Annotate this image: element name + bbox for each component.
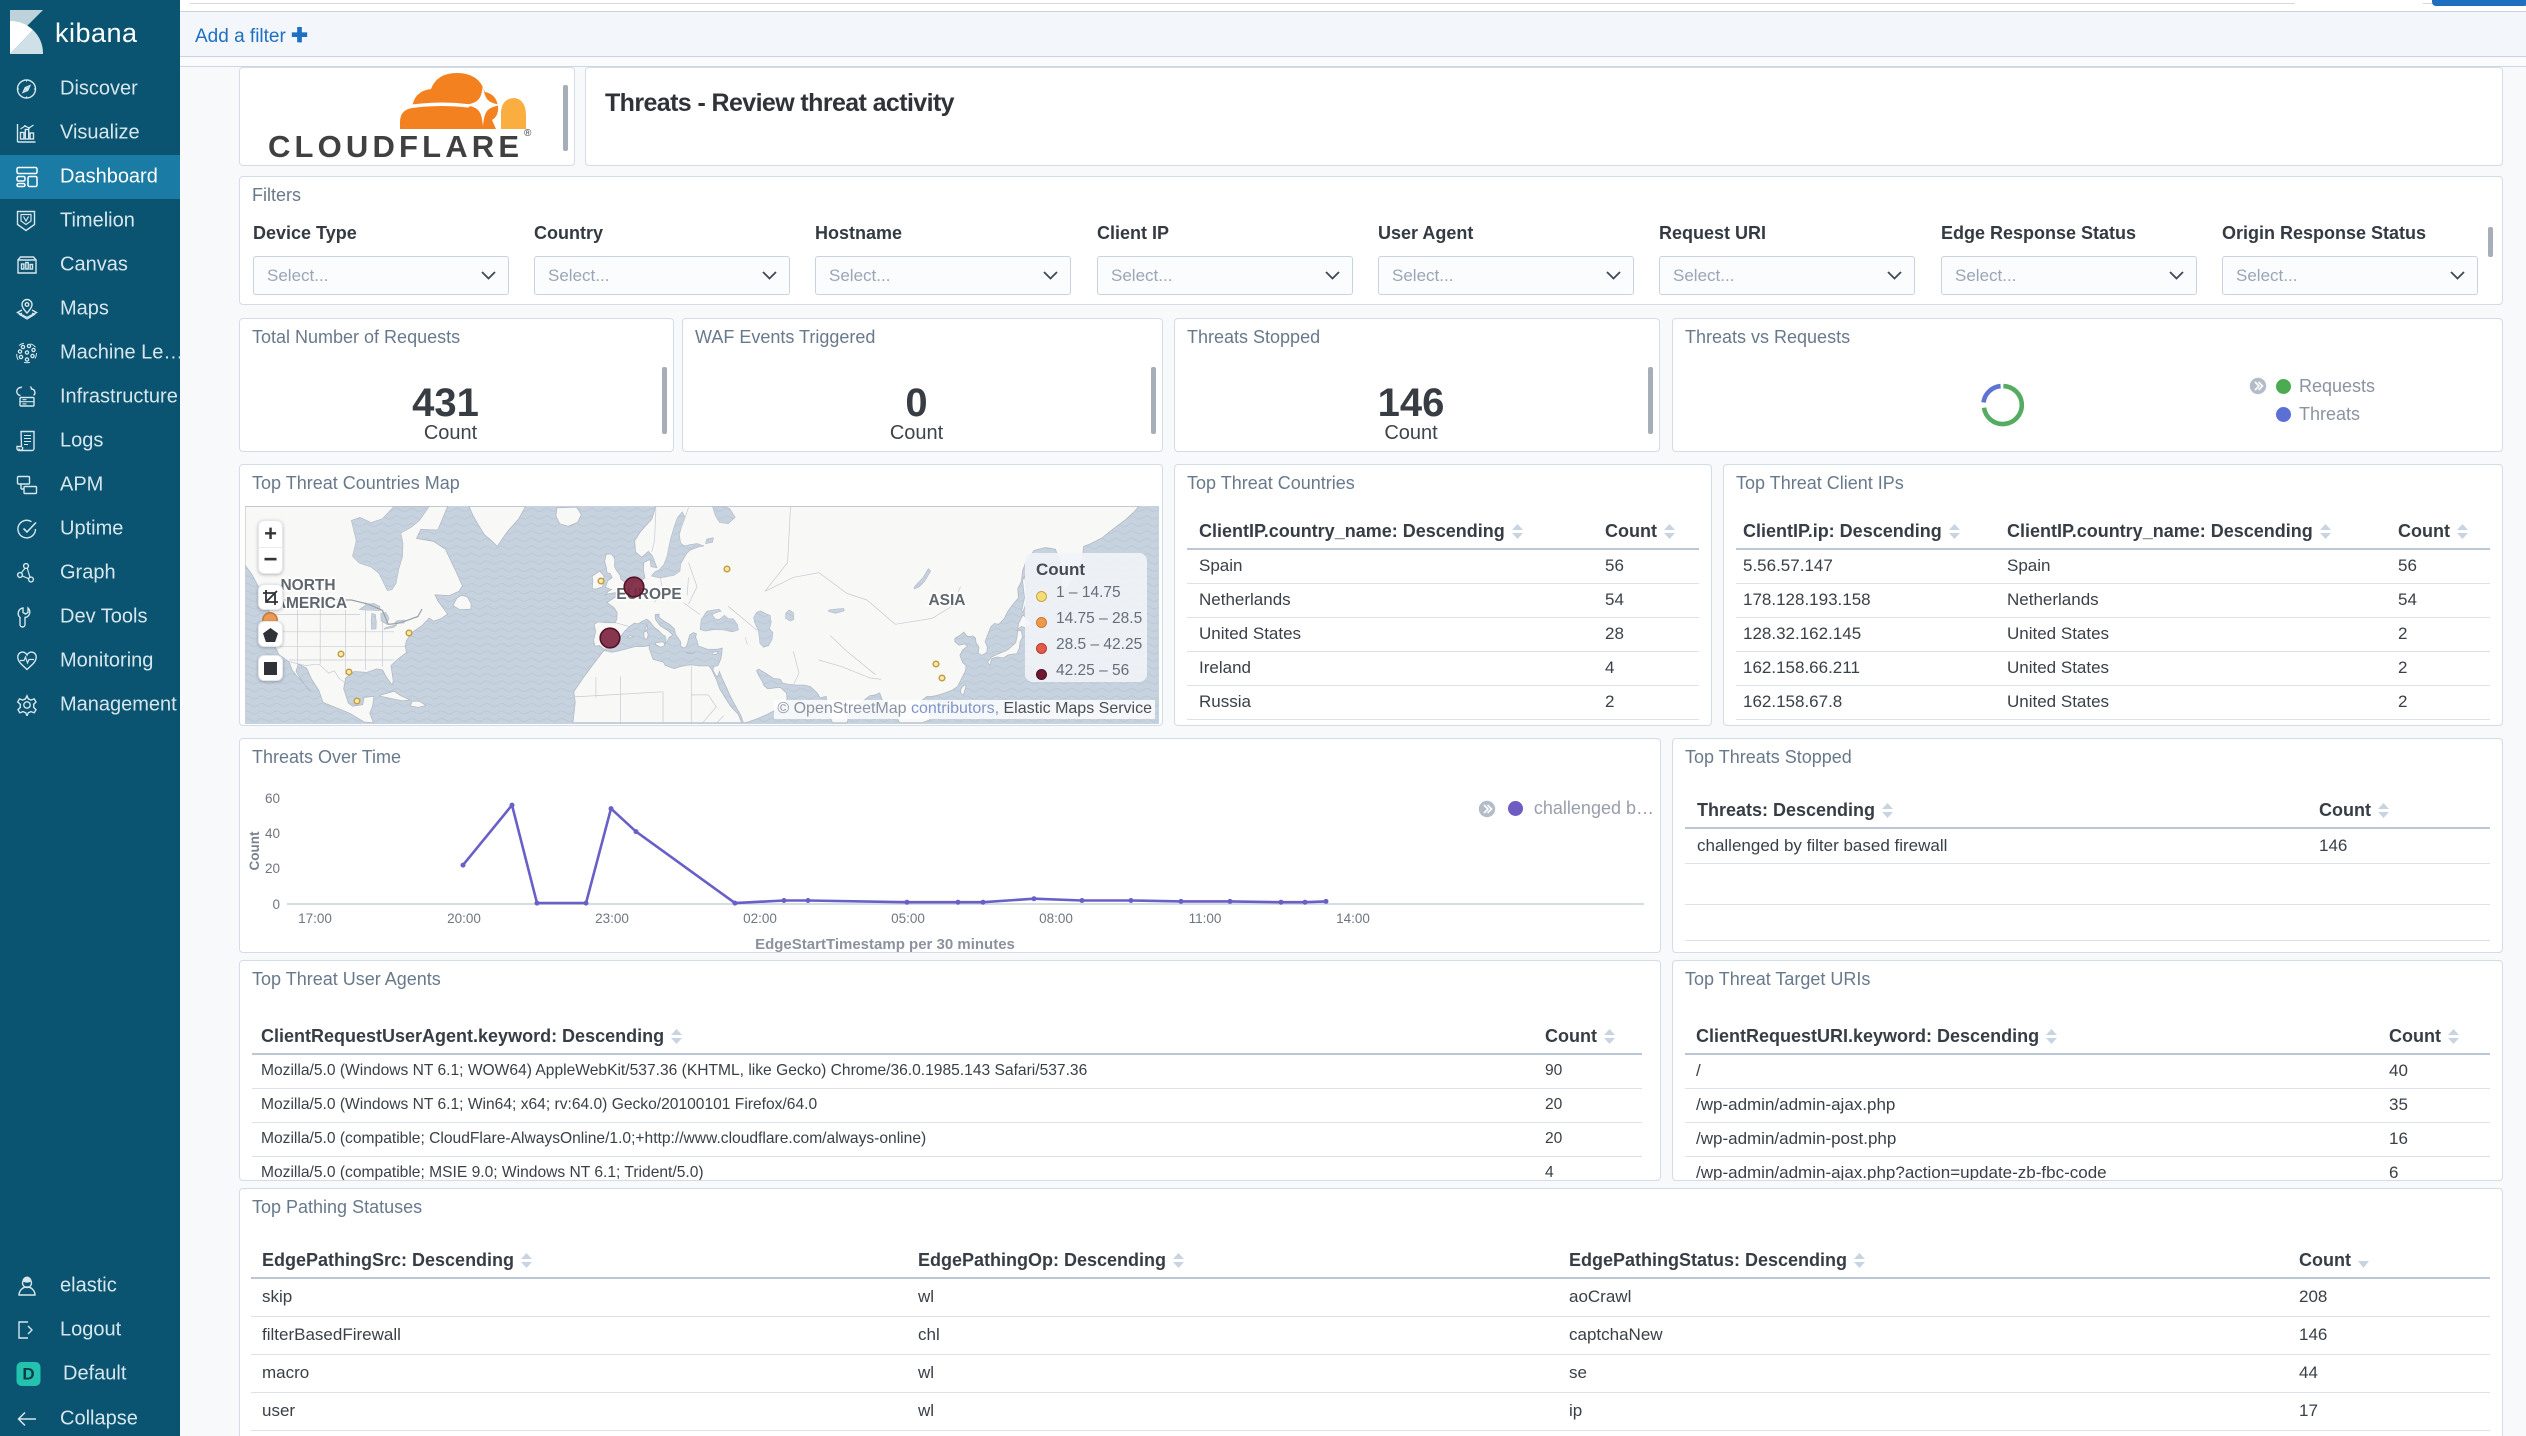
- svg-text:11:00: 11:00: [1189, 911, 1222, 926]
- svg-text:14:00: 14:00: [1336, 911, 1370, 926]
- svg-text:20:00: 20:00: [447, 911, 481, 926]
- svg-text:CLOUDFLARE: CLOUDFLARE: [268, 129, 521, 162]
- svg-text:0: 0: [272, 897, 280, 912]
- svg-text:Count: Count: [247, 831, 262, 870]
- svg-text:20: 20: [265, 861, 280, 876]
- svg-text:05:00: 05:00: [891, 911, 925, 926]
- svg-text:23:00: 23:00: [595, 911, 629, 926]
- svg-text:40: 40: [265, 826, 280, 841]
- svg-text:NORTH: NORTH: [280, 577, 335, 594]
- svg-text:EdgeStartTimestamp per 30 minu: EdgeStartTimestamp per 30 minutes: [755, 936, 1015, 953]
- svg-text:ASIA: ASIA: [928, 592, 965, 609]
- svg-text:®: ®: [524, 128, 532, 139]
- svg-text:02:00: 02:00: [743, 911, 777, 926]
- svg-text:08:00: 08:00: [1039, 911, 1073, 926]
- svg-text:17:00: 17:00: [298, 911, 332, 926]
- svg-text:60: 60: [265, 791, 280, 806]
- svg-text:D: D: [22, 1365, 34, 1384]
- svg-text:AMERICA: AMERICA: [275, 595, 347, 612]
